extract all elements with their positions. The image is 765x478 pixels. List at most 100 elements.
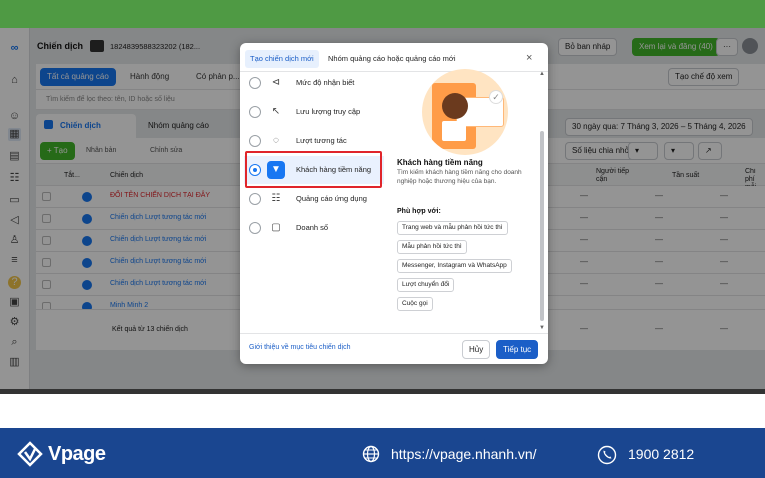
columns-button[interactable]: ▾: [628, 142, 658, 160]
col-campaign-header[interactable]: Chiến dịch: [110, 172, 143, 179]
more-options-button[interactable]: ···: [716, 38, 738, 56]
row-toggle[interactable]: [82, 236, 92, 246]
row-checkbox[interactable]: [42, 236, 51, 245]
export-button[interactable]: ↗: [698, 142, 722, 160]
cell-dash: —: [720, 191, 728, 200]
home-icon[interactable]: ⌂: [8, 74, 21, 87]
objective-radio[interactable]: [249, 106, 261, 118]
cell-dash: —: [720, 235, 728, 244]
create-view-button[interactable]: Tạo chế độ xem: [668, 68, 740, 86]
response-filter[interactable]: Có phản p...: [196, 72, 240, 81]
row-checkbox[interactable]: [42, 302, 51, 309]
tab-create-new-campaign[interactable]: Tạo chiến dịch mới: [245, 50, 319, 68]
cell-dash: —: [580, 213, 588, 222]
edit-button[interactable]: Chỉnh sửa: [150, 147, 182, 154]
megaphone-icon: ⊲: [271, 77, 281, 88]
row-campaign-name[interactable]: Chiến dịch Lượt tương tác mới: [110, 236, 206, 243]
menu-icon[interactable]: ≡: [8, 254, 21, 267]
create-campaign-dialog: Tạo chiến dịch mới Nhóm quảng cáo hoặc q…: [240, 43, 548, 364]
learn-about-objectives-link[interactable]: Giới thiệu về mục tiêu chiến dịch: [249, 344, 350, 351]
people-nav-icon[interactable]: ♙: [8, 234, 21, 247]
fit-tag: Cuộc gọi: [397, 297, 433, 311]
profile-icon[interactable]: ☺: [8, 110, 21, 123]
objective-awareness[interactable]: ⊲ Mức độ nhận biết: [244, 69, 384, 97]
review-publish-button[interactable]: Xem lại và đăng (40): [632, 38, 720, 56]
objective-app-promotion[interactable]: ☷ Quảng cáo ứng dụng: [244, 185, 384, 213]
cell-dash: —: [655, 235, 663, 244]
cell-dash: —: [655, 213, 663, 222]
report-icon[interactable]: ▣: [8, 296, 21, 309]
row-checkbox[interactable]: [42, 280, 51, 289]
col-toggle-header[interactable]: Tắt...: [64, 172, 80, 179]
audience-icon[interactable]: ☷: [8, 172, 21, 185]
row-campaign-name[interactable]: Chiến dịch Lượt tương tác mới: [110, 258, 206, 265]
website-link[interactable]: https://vpage.nhanh.vn/: [391, 446, 537, 462]
objective-traffic[interactable]: ↖ Lưu lượng truy cập: [244, 98, 384, 126]
breakdown-button[interactable]: Số liệu chia nhỏ: [565, 142, 636, 160]
grid-icon[interactable]: ▦: [8, 128, 21, 141]
col-reach-header[interactable]: Người tiếp cận: [596, 168, 640, 184]
summary-dash: —: [580, 324, 588, 333]
tab-campaigns-label: Chiến dịch: [60, 121, 101, 130]
duplicate-button[interactable]: Nhân bản: [86, 147, 116, 154]
create-button[interactable]: + Tạo: [40, 142, 75, 160]
objective-sales[interactable]: ▢ Doanh số: [244, 214, 384, 242]
chart-button[interactable]: ▾: [664, 142, 694, 160]
help-icon[interactable]: ?: [8, 276, 21, 289]
pages-icon[interactable]: ▤: [8, 150, 21, 163]
dialog-scrollbar[interactable]: ▲ ▼: [538, 71, 546, 333]
col-frequency-header[interactable]: Tần suất: [672, 172, 699, 179]
row-checkbox[interactable]: [42, 192, 51, 201]
screenshot-stage: ∞ ⌂ ☺ ▦ ▤ ☷ ▭ ◁ ♙ ≡ ? ▣ ⚙ ⌕ ▥ Chiến dịch…: [0, 0, 765, 478]
fit-tag: Trang web và mẫu phản hồi tức thì: [397, 221, 508, 235]
cell-dash: —: [720, 257, 728, 266]
objective-label: Lưu lượng truy cập: [296, 107, 361, 116]
date-range-picker[interactable]: 30 ngày qua: 7 Tháng 3, 2026 – 5 Tháng 4…: [565, 118, 753, 136]
people-icon: ☷: [271, 193, 281, 204]
billing-icon[interactable]: ▭: [8, 194, 21, 207]
all-ads-filter[interactable]: Tất cả quảng cáo: [40, 68, 116, 86]
brand-footer: Vpage https://vpage.nhanh.vn/ 1900 2812: [0, 428, 765, 478]
summary-dash: —: [720, 324, 728, 333]
action-filter[interactable]: Hành động: [130, 72, 169, 81]
objective-radio[interactable]: [249, 193, 261, 205]
tab-existing-campaign[interactable]: Nhóm quảng cáo hoặc quảng cáo mới: [328, 50, 456, 68]
scroll-down-icon[interactable]: ▼: [539, 325, 545, 331]
objective-radio[interactable]: [249, 135, 261, 147]
row-toggle[interactable]: [82, 214, 92, 224]
phone-number[interactable]: 1900 2812: [628, 446, 694, 462]
cancel-button[interactable]: Hủy: [462, 340, 491, 359]
row-campaign-name[interactable]: ĐỔI TÊN CHIẾN DỊCH TẠI ĐÂY: [110, 192, 210, 199]
scrollbar-thumb[interactable]: [540, 131, 544, 321]
row-campaign-name[interactable]: Chiến dịch Lượt tương tác mới: [110, 280, 206, 287]
row-toggle[interactable]: [82, 302, 92, 309]
meta-logo-icon[interactable]: ∞: [8, 42, 21, 55]
calendar-icon[interactable]: ▥: [8, 356, 21, 369]
close-icon[interactable]: ×: [526, 51, 532, 65]
row-campaign-name[interactable]: Chiến dịch Lượt tương tác mới: [110, 214, 206, 221]
objective-radio[interactable]: [249, 77, 261, 89]
continue-button[interactable]: Tiếp tục: [496, 340, 539, 359]
illustration-lines: [442, 121, 466, 141]
row-campaign-name[interactable]: Minh Minh 2: [110, 302, 148, 309]
row-toggle[interactable]: [82, 192, 92, 202]
scroll-up-icon[interactable]: ▲: [539, 71, 545, 77]
account-selector[interactable]: 1824839588323202 (182...: [110, 42, 200, 51]
row-toggle[interactable]: [82, 280, 92, 290]
checkmark-icon: ✓: [489, 90, 503, 104]
row-checkbox[interactable]: [42, 258, 51, 267]
tab-adsets[interactable]: Nhóm quảng cáo: [148, 121, 209, 130]
megaphone-nav-icon[interactable]: ◁: [8, 214, 21, 227]
objective-label: Doanh số: [296, 223, 329, 232]
search-nav-icon[interactable]: ⌕: [8, 336, 21, 349]
settings-icon[interactable]: ⚙: [8, 316, 21, 329]
user-avatar[interactable]: [742, 38, 758, 54]
globe-icon: [362, 445, 380, 463]
discard-draft-button[interactable]: Bỏ ban nháp: [558, 38, 618, 56]
objective-radio[interactable]: [249, 222, 261, 234]
search-input[interactable]: Tìm kiếm để lọc theo: tên, ID hoặc số li…: [46, 96, 175, 103]
objective-label: Lượt tương tác: [296, 136, 347, 145]
results-note: Kết quả từ 13 chiến dịch: [112, 326, 188, 333]
row-checkbox[interactable]: [42, 214, 51, 223]
row-toggle[interactable]: [82, 258, 92, 268]
